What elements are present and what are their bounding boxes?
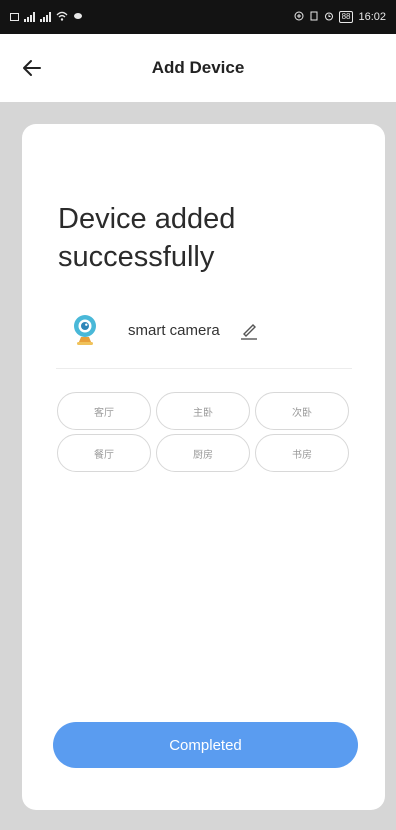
back-arrow-icon[interactable] <box>20 56 44 80</box>
room-chip[interactable]: 客厅 <box>57 392 151 430</box>
alarm-icon <box>324 11 334 24</box>
room-chip[interactable]: 主卧 <box>156 392 250 430</box>
signal-icon <box>24 12 35 22</box>
room-chip[interactable]: 厨房 <box>156 434 250 472</box>
status-time: 16:02 <box>358 11 386 23</box>
camera-icon <box>72 314 98 346</box>
battery-level: 88 <box>341 12 351 21</box>
pencil-icon[interactable] <box>238 319 260 341</box>
signal-icon <box>40 12 51 22</box>
room-chip[interactable]: 书房 <box>255 434 349 472</box>
vibrate-icon <box>309 11 319 24</box>
status-bar: 88 16:02 <box>0 0 396 34</box>
status-bar-left <box>10 11 83 24</box>
completed-button[interactable]: Completed <box>53 722 358 768</box>
device-row: smart camera <box>72 314 372 346</box>
page-title: Add Device <box>151 58 245 77</box>
room-chip[interactable]: 餐厅 <box>57 434 151 472</box>
wifi-icon <box>56 11 68 24</box>
app-header: Add Device <box>0 34 396 102</box>
result-card: Device added successfully smart camera 客… <box>22 124 385 810</box>
notification-icon <box>73 11 83 24</box>
status-bar-right: 88 16:02 <box>294 11 386 24</box>
success-headline: Device added successfully <box>58 203 236 273</box>
nfc-icon <box>294 11 304 24</box>
divider <box>56 368 352 369</box>
battery-icon: 88 <box>338 11 354 23</box>
device-name: smart camera <box>128 321 220 339</box>
room-chip[interactable]: 次卧 <box>255 392 349 430</box>
room-selector: 客厅 主卧 次卧 餐厅 厨房 书房 <box>57 392 353 472</box>
sim-icon <box>10 13 19 21</box>
